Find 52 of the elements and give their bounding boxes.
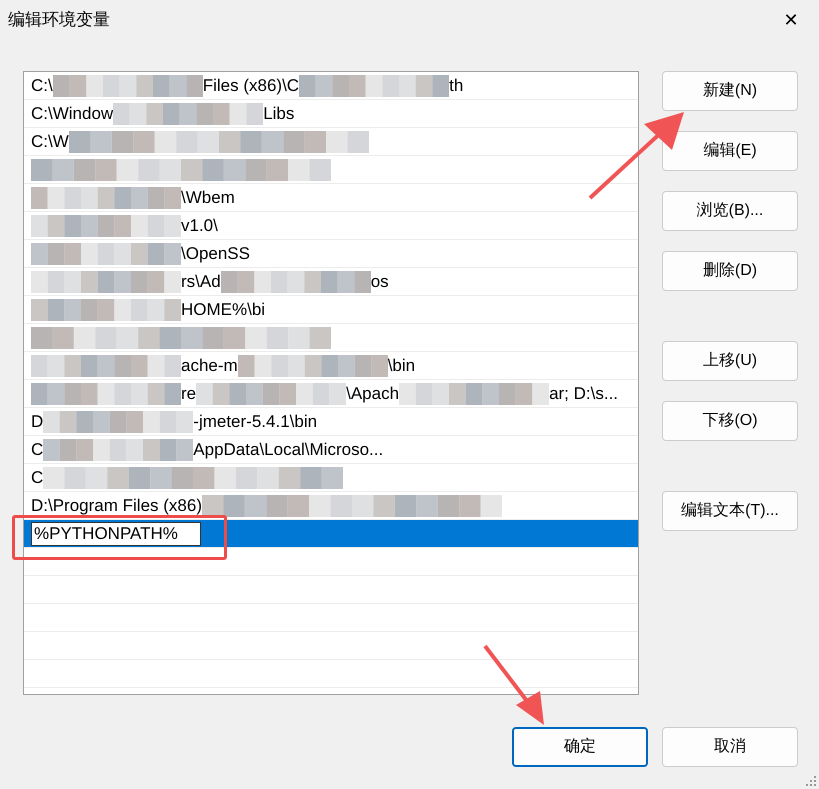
side-button[interactable]: 删除(D): [662, 251, 798, 291]
path-row[interactable]: D:\Program Files (x86): [24, 492, 638, 520]
path-row[interactable]: re \Apach ar; D:\s...: [24, 380, 638, 408]
path-text: rs\Ad: [181, 270, 221, 293]
path-row[interactable]: C:\Window Libs: [24, 100, 638, 128]
path-row[interactable]: HOME%\bi: [24, 296, 638, 324]
ok-button[interactable]: 确定: [512, 727, 648, 767]
side-button[interactable]: 新建(N): [662, 71, 798, 111]
path-row[interactable]: \Wbem: [24, 184, 638, 212]
window-title: 编辑环境变量: [8, 9, 110, 32]
path-text: ar; D:\s...: [549, 382, 618, 405]
path-row[interactable]: ache-m \bin: [24, 352, 638, 380]
path-row[interactable]: rs\Ad os: [24, 268, 638, 296]
side-button[interactable]: 上移(U): [662, 341, 798, 381]
path-text: v1.0\: [181, 214, 218, 237]
path-text: Libs: [263, 102, 294, 125]
path-text: HOME%\bi: [181, 298, 266, 321]
path-row[interactable]: [24, 324, 638, 352]
path-row[interactable]: C:\ Files (x86)\C th: [24, 72, 638, 100]
path-text: ache-m: [181, 354, 238, 377]
side-button[interactable]: 浏览(B)...: [662, 191, 798, 231]
path-text: \OpenSS: [181, 242, 250, 265]
close-button[interactable]: ✕: [777, 6, 805, 34]
path-text: \Apach: [346, 382, 400, 405]
path-text: C: [31, 438, 44, 461]
path-row[interactable]: D -jmeter-5.4.1\bin: [24, 408, 638, 436]
side-button[interactable]: 编辑文本(T)...: [662, 491, 798, 531]
path-row[interactable]: C: [24, 464, 638, 492]
path-text: C:\: [31, 74, 53, 97]
path-text: th: [449, 74, 464, 97]
path-text: C:\W: [31, 130, 69, 153]
path-row[interactable]: C AppData\Local\Microso...: [24, 436, 638, 464]
cancel-button[interactable]: 取消: [662, 727, 798, 767]
resize-grip-icon[interactable]: [805, 775, 817, 787]
edit-field[interactable]: %PYTHONPATH%: [31, 522, 201, 546]
path-text: re: [181, 382, 196, 405]
path-row[interactable]: %PYTHONPATH%: [24, 520, 638, 548]
path-text: D:\Program Files (x86): [31, 494, 202, 517]
path-text: Files (x86)\C: [202, 74, 300, 97]
path-text: D: [31, 410, 44, 433]
path-text: AppData\Local\Microso...: [193, 438, 384, 461]
side-button[interactable]: 下移(O): [662, 401, 798, 441]
path-text: \bin: [388, 354, 416, 377]
path-row[interactable]: \OpenSS: [24, 240, 638, 268]
path-text: C: [31, 466, 44, 489]
side-button[interactable]: 编辑(E): [662, 131, 798, 171]
path-row[interactable]: v1.0\: [24, 212, 638, 240]
path-text: C:\Window: [31, 102, 114, 125]
path-text: os: [370, 270, 389, 293]
path-text: \Wbem: [181, 186, 235, 209]
path-row[interactable]: [24, 156, 638, 184]
path-text: -jmeter-5.4.1\bin: [193, 410, 318, 433]
